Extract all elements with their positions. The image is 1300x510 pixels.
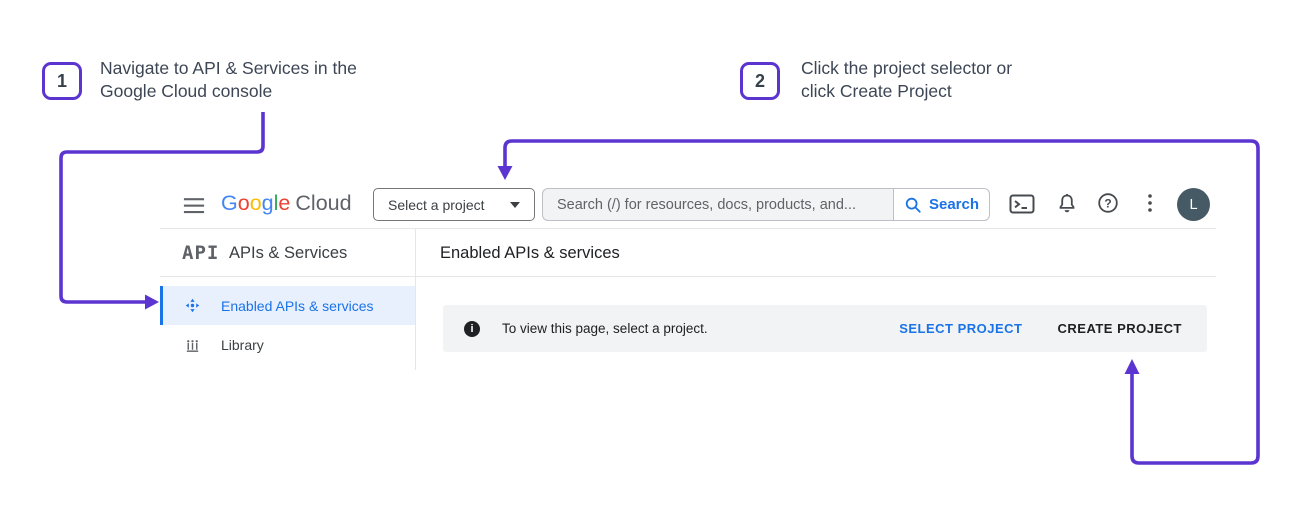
avatar-letter: L xyxy=(1189,197,1197,213)
logo-letter: g xyxy=(262,191,274,215)
step-2-text: Click the project selector or click Crea… xyxy=(801,57,1012,103)
dropdown-caret-icon xyxy=(510,202,520,208)
svg-text:?: ? xyxy=(1104,196,1111,210)
account-avatar[interactable]: L xyxy=(1177,188,1210,221)
tutorial-page: 1 Navigate to API & Services in the Goog… xyxy=(0,0,1300,510)
sidebar-item-enabled-apis[interactable]: Enabled APIs & services xyxy=(160,286,415,325)
sidebar-divider xyxy=(415,228,416,370)
library-icon xyxy=(184,337,201,354)
select-project-button[interactable]: SELECT PROJECT xyxy=(899,321,1022,336)
project-selector-button[interactable]: Select a project xyxy=(373,188,535,221)
notifications-bell-icon[interactable] xyxy=(1055,191,1079,215)
cloud-shell-icon[interactable] xyxy=(1009,193,1035,215)
arrow-step2-head-up-icon xyxy=(1125,359,1140,374)
step-1-number-box: 1 xyxy=(42,62,82,100)
sidebar-product-title: APIs & Services xyxy=(229,244,347,263)
step-2-number: 2 xyxy=(755,71,765,92)
enabled-apis-icon xyxy=(184,297,201,314)
menu-icon[interactable] xyxy=(183,197,205,214)
header-divider xyxy=(160,228,1216,229)
search-button[interactable]: Search xyxy=(893,188,990,221)
step-1-line1: Navigate to API & Services in the xyxy=(100,57,357,80)
arrow-step2-head-down-icon xyxy=(498,166,513,180)
more-options-icon[interactable] xyxy=(1146,193,1154,213)
apis-product-icon: API xyxy=(182,242,219,264)
step-2-number-box: 2 xyxy=(740,62,780,100)
create-project-button[interactable]: CREATE PROJECT xyxy=(1058,321,1183,336)
logo-cloud-text: Cloud xyxy=(295,191,351,215)
search-icon xyxy=(904,196,922,214)
logo-letter: o xyxy=(238,191,250,215)
sidebar-item-label: Enabled APIs & services xyxy=(221,298,374,314)
step-1-text: Navigate to API & Services in the Google… xyxy=(100,57,357,103)
search-bar: Search xyxy=(542,188,990,221)
arrow-step1-head-icon xyxy=(145,295,159,310)
logo-letter: o xyxy=(250,191,262,215)
step-2-line1: Click the project selector or xyxy=(801,57,1012,80)
logo-letter: G xyxy=(221,191,238,215)
step-1-line2: Google Cloud console xyxy=(100,80,357,103)
google-cloud-logo[interactable]: GoogleCloud xyxy=(221,191,352,216)
project-selector-label: Select a project xyxy=(388,197,485,213)
help-icon[interactable]: ? xyxy=(1096,191,1120,215)
banner-message: To view this page, select a project. xyxy=(502,321,899,336)
step-1-number: 1 xyxy=(57,71,67,92)
sidebar-item-label: Library xyxy=(221,337,264,353)
page-title: Enabled APIs & services xyxy=(440,244,620,263)
title-row-divider xyxy=(160,276,1216,277)
search-input[interactable] xyxy=(542,188,893,221)
logo-letter: e xyxy=(278,191,290,215)
info-icon: i xyxy=(464,321,480,337)
sidebar-item-library[interactable]: Library xyxy=(160,325,415,365)
select-project-banner: i To view this page, select a project. S… xyxy=(443,305,1207,352)
step-2-line2: click Create Project xyxy=(801,80,1012,103)
info-icon-glyph: i xyxy=(470,323,473,335)
search-button-label: Search xyxy=(929,196,979,213)
